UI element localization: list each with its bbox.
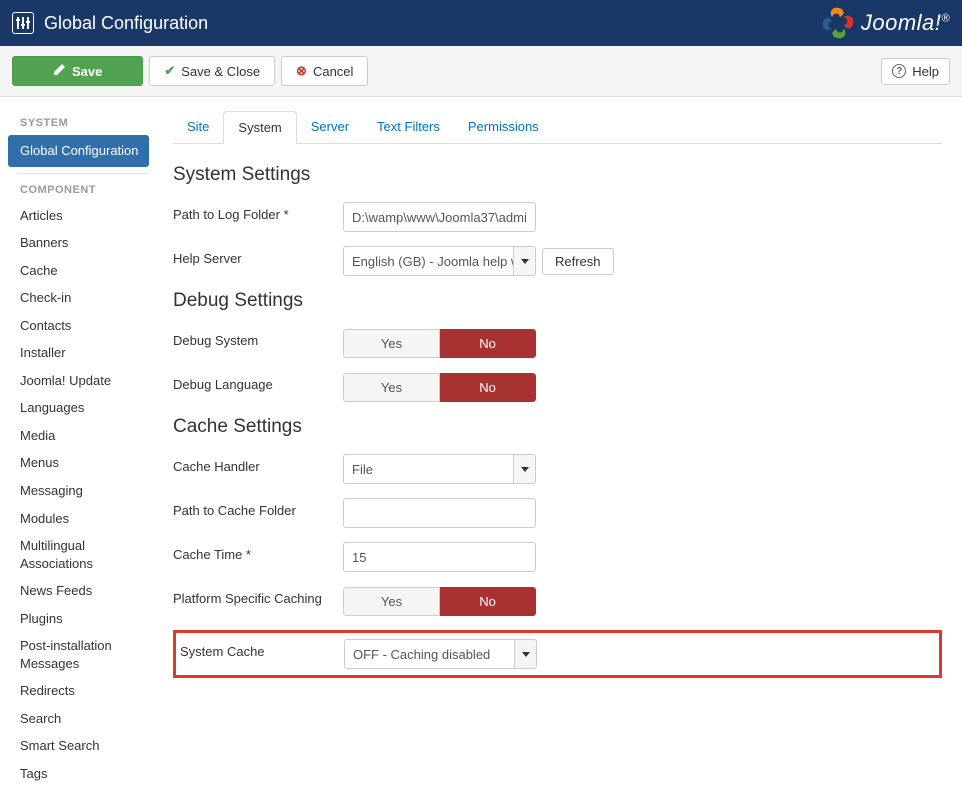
select-system-cache-value: OFF - Caching disabled	[345, 640, 514, 668]
sidebar-item-redirects[interactable]: Redirects	[8, 677, 155, 705]
select-help-server-value: English (GB) - Joomla help wiki	[344, 247, 513, 275]
label-platform-caching: Platform Specific Caching	[173, 586, 343, 606]
sidebar-item-post-installation-messages[interactable]: Post-installation Messages	[8, 632, 155, 677]
toggle-platform-caching-no[interactable]: No	[440, 587, 536, 616]
sidebar-item-articles[interactable]: Articles	[8, 202, 155, 230]
sidebar-item-tags[interactable]: Tags	[8, 760, 155, 788]
sliders-icon	[12, 12, 34, 34]
sidebar-item-media[interactable]: Media	[8, 422, 155, 450]
save-button[interactable]: Save	[12, 56, 143, 86]
chevron-down-icon	[514, 640, 536, 668]
chevron-down-icon	[513, 455, 535, 483]
sidebar-item-banners[interactable]: Banners	[8, 229, 155, 257]
sidebar-item-search[interactable]: Search	[8, 705, 155, 733]
sidebar-item-smart-search[interactable]: Smart Search	[8, 732, 155, 760]
sidebar-item-installer[interactable]: Installer	[8, 339, 155, 367]
save-icon	[53, 63, 66, 79]
toolbar: Save ✔ Save & Close ⊗ Cancel ? Help	[0, 46, 962, 97]
sidebar-item-multilingual-associations[interactable]: Multilingual Associations	[8, 532, 155, 577]
joomla-logo: Joomla!®	[821, 6, 950, 40]
header-left: Global Configuration	[12, 12, 208, 34]
label-help-server: Help Server	[173, 246, 343, 266]
sidebar-heading-system: SYSTEM	[8, 111, 155, 135]
sidebar: SYSTEM Global Configuration COMPONENT Ar…	[0, 97, 155, 802]
label-debug-language: Debug Language	[173, 372, 343, 392]
cancel-icon: ⊗	[296, 63, 307, 79]
tab-system[interactable]: System	[223, 111, 296, 144]
toggle-debug-language-no[interactable]: No	[440, 373, 536, 402]
label-debug-system: Debug System	[173, 328, 343, 348]
save-close-button[interactable]: ✔ Save & Close	[149, 56, 275, 86]
row-platform-caching: Platform Specific Caching Yes No	[173, 586, 942, 616]
save-close-label: Save & Close	[181, 64, 260, 79]
label-cache-folder: Path to Cache Folder	[173, 498, 343, 518]
tab-permissions[interactable]: Permissions	[454, 111, 553, 143]
select-cache-handler[interactable]: File	[343, 454, 536, 484]
input-cache-time[interactable]	[343, 542, 536, 572]
main-wrap: SYSTEM Global Configuration COMPONENT Ar…	[0, 97, 962, 802]
tabs: Site System Server Text Filters Permissi…	[173, 111, 942, 144]
row-help-server: Help Server English (GB) - Joomla help w…	[173, 246, 942, 276]
section-title-cache-settings: Cache Settings	[173, 416, 942, 438]
row-debug-system: Debug System Yes No	[173, 328, 942, 358]
row-cache-handler: Cache Handler File	[173, 454, 942, 484]
row-cache-folder: Path to Cache Folder	[173, 498, 942, 528]
sidebar-item-news-feeds[interactable]: News Feeds	[8, 577, 155, 605]
toggle-debug-language: Yes No	[343, 373, 536, 402]
toggle-debug-system-yes[interactable]: Yes	[343, 329, 440, 358]
chevron-down-icon	[513, 247, 535, 275]
select-system-cache[interactable]: OFF - Caching disabled	[344, 639, 537, 669]
input-log-folder[interactable]	[343, 202, 536, 232]
cancel-label: Cancel	[313, 64, 353, 79]
row-debug-language: Debug Language Yes No	[173, 372, 942, 402]
sidebar-item-modules[interactable]: Modules	[8, 505, 155, 533]
row-cache-time: Cache Time *	[173, 542, 942, 572]
header-bar: Global Configuration Joomla!®	[0, 0, 962, 46]
input-cache-folder[interactable]	[343, 498, 536, 528]
section-title-system-settings: System Settings	[173, 164, 942, 186]
toggle-debug-language-yes[interactable]: Yes	[343, 373, 440, 402]
sidebar-item-cache[interactable]: Cache	[8, 257, 155, 285]
sidebar-heading-component: COMPONENT	[8, 178, 155, 202]
sidebar-item-plugins[interactable]: Plugins	[8, 605, 155, 633]
check-icon: ✔	[164, 63, 175, 79]
sidebar-item-menus[interactable]: Menus	[8, 449, 155, 477]
sidebar-item-joomla-update[interactable]: Joomla! Update	[8, 367, 155, 395]
label-system-cache: System Cache	[180, 639, 344, 659]
tab-site[interactable]: Site	[173, 111, 223, 143]
toggle-debug-system: Yes No	[343, 329, 536, 358]
sidebar-item-global-configuration[interactable]: Global Configuration	[8, 135, 149, 167]
help-icon: ?	[892, 64, 906, 78]
page-title: Global Configuration	[44, 13, 208, 34]
cancel-button[interactable]: ⊗ Cancel	[281, 56, 368, 86]
help-button[interactable]: ? Help	[881, 58, 950, 85]
row-system-cache-highlighted: System Cache OFF - Caching disabled	[173, 630, 942, 678]
select-cache-handler-value: File	[344, 455, 513, 483]
toolbar-left: Save ✔ Save & Close ⊗ Cancel	[12, 56, 368, 86]
sidebar-item-languages[interactable]: Languages	[8, 394, 155, 422]
tab-server[interactable]: Server	[297, 111, 363, 143]
joomla-logo-icon	[821, 6, 855, 40]
sidebar-item-check-in[interactable]: Check-in	[8, 284, 155, 312]
select-help-server[interactable]: English (GB) - Joomla help wiki	[343, 246, 536, 276]
refresh-button[interactable]: Refresh	[542, 248, 614, 275]
sidebar-item-contacts[interactable]: Contacts	[8, 312, 155, 340]
tab-text-filters[interactable]: Text Filters	[363, 111, 454, 143]
section-title-debug-settings: Debug Settings	[173, 290, 942, 312]
label-cache-time: Cache Time *	[173, 542, 343, 562]
sidebar-item-messaging[interactable]: Messaging	[8, 477, 155, 505]
save-label: Save	[72, 64, 102, 79]
help-label: Help	[912, 64, 939, 79]
toggle-platform-caching: Yes No	[343, 587, 536, 616]
sidebar-divider	[18, 173, 149, 174]
label-log-folder: Path to Log Folder *	[173, 202, 343, 222]
content: Site System Server Text Filters Permissi…	[155, 97, 962, 802]
label-cache-handler: Cache Handler	[173, 454, 343, 474]
joomla-brand-text: Joomla!®	[861, 10, 950, 36]
toggle-platform-caching-yes[interactable]: Yes	[343, 587, 440, 616]
row-log-folder: Path to Log Folder *	[173, 202, 942, 232]
toggle-debug-system-no[interactable]: No	[440, 329, 536, 358]
